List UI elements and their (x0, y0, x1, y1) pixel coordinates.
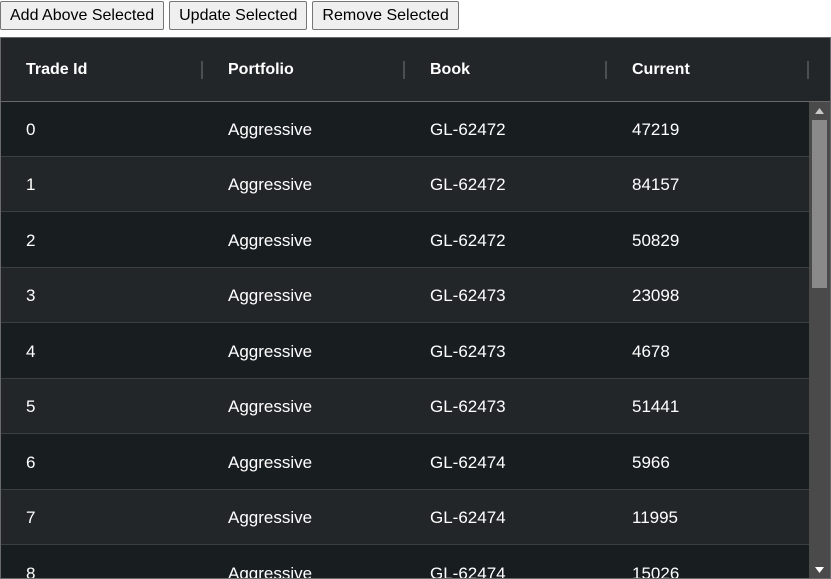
triangle-down-icon (815, 566, 824, 573)
cell-portfolio: Aggressive (228, 341, 313, 361)
cell-book: GL-62474 (430, 563, 506, 579)
table-row[interactable]: 3 Aggressive GL-62473 23098 (1, 268, 809, 323)
cell-trade-id: 2 (26, 230, 36, 250)
grid-body: 0 Aggressive GL-62472 47219 1 Aggressive… (1, 102, 809, 578)
cell-trade-id: 3 (26, 285, 36, 305)
update-selected-button[interactable]: Update Selected (169, 1, 308, 30)
table-row[interactable]: 0 Aggressive GL-62472 47219 (1, 102, 809, 157)
toolbar: Add Above Selected Update Selected Remov… (0, 0, 459, 35)
column-header-portfolio[interactable]: Portfolio (203, 38, 405, 102)
cell-book: GL-62472 (430, 174, 506, 194)
column-header-book[interactable]: Book (405, 38, 607, 102)
table-row[interactable]: 6 Aggressive GL-62474 5966 (1, 435, 809, 490)
table-row[interactable]: 8 Aggressive GL-62474 15026 (1, 546, 809, 578)
column-header-label: Book (430, 61, 470, 78)
table-row[interactable]: 5 Aggressive GL-62473 51441 (1, 379, 809, 434)
cell-current: 51441 (632, 396, 680, 416)
cell-trade-id: 5 (26, 396, 36, 416)
cell-current: 50829 (632, 230, 680, 250)
cell-book: GL-62474 (430, 452, 506, 472)
column-header-trade-id[interactable]: Trade Id (1, 38, 203, 102)
cell-trade-id: 6 (26, 452, 36, 472)
data-grid: Trade Id Portfolio Book Current 0 Aggres… (0, 37, 831, 579)
table-row[interactable]: 1 Aggressive GL-62472 84157 (1, 157, 809, 212)
column-header-current[interactable]: Current (607, 38, 809, 102)
cell-book: GL-62473 (430, 341, 506, 361)
add-above-selected-button[interactable]: Add Above Selected (0, 1, 165, 30)
cell-book: GL-62473 (430, 396, 506, 416)
cell-current: 4678 (632, 341, 670, 361)
cell-portfolio: Aggressive (228, 174, 313, 194)
cell-current: 5966 (632, 452, 670, 472)
table-row[interactable]: 7 Aggressive GL-62474 11995 (1, 490, 809, 545)
column-header-label: Trade Id (26, 61, 88, 78)
vertical-scrollbar[interactable] (809, 102, 830, 578)
cell-trade-id: 8 (26, 563, 36, 579)
cell-current: 47219 (632, 119, 680, 139)
cell-portfolio: Aggressive (228, 563, 313, 579)
cell-current: 23098 (632, 285, 680, 305)
scrollbar-thumb[interactable] (812, 120, 827, 288)
cell-portfolio: Aggressive (228, 230, 313, 250)
cell-portfolio: Aggressive (228, 119, 313, 139)
scroll-down-button[interactable] (809, 561, 830, 578)
column-header-label: Portfolio (228, 61, 294, 78)
table-row[interactable]: 2 Aggressive GL-62472 50829 (1, 213, 809, 268)
cell-portfolio: Aggressive (228, 507, 313, 527)
cell-current: 84157 (632, 174, 680, 194)
cell-current: 11995 (632, 507, 679, 527)
cell-book: GL-62474 (430, 507, 506, 527)
cell-portfolio: Aggressive (228, 285, 313, 305)
cell-book: GL-62472 (430, 230, 506, 250)
scroll-up-button[interactable] (809, 102, 830, 119)
triangle-up-icon (815, 107, 824, 114)
table-row[interactable]: 4 Aggressive GL-62473 4678 (1, 324, 809, 379)
grid-header: Trade Id Portfolio Book Current (1, 38, 830, 102)
remove-selected-button[interactable]: Remove Selected (312, 1, 459, 30)
cell-trade-id: 1 (26, 174, 36, 194)
cell-book: GL-62472 (430, 119, 506, 139)
cell-book: GL-62473 (430, 285, 506, 305)
column-header-label: Current (632, 61, 690, 78)
cell-current: 15026 (632, 563, 680, 579)
cell-trade-id: 0 (26, 119, 36, 139)
cell-trade-id: 7 (26, 507, 36, 527)
cell-portfolio: Aggressive (228, 396, 313, 416)
cell-portfolio: Aggressive (228, 452, 313, 472)
cell-trade-id: 4 (26, 341, 36, 361)
column-resize-handle[interactable] (807, 61, 809, 79)
